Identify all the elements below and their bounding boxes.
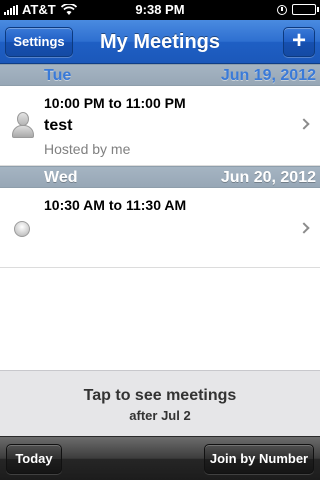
meeting-title: test: [44, 117, 73, 134]
status-dot-icon: [14, 221, 30, 237]
section-header-wed: Wed Jun 20, 2012: [0, 166, 320, 188]
bottom-toolbar: Today Join by Number: [0, 436, 320, 480]
section-day: Wed: [44, 169, 78, 186]
section-header-tue: Tue Jun 19, 2012: [0, 64, 320, 86]
status-right: [277, 4, 319, 15]
navigation-bar: Settings My Meetings +: [0, 20, 320, 64]
section-date: Jun 19, 2012: [220, 67, 316, 84]
person-icon: [12, 112, 34, 138]
today-button[interactable]: Today: [6, 444, 62, 474]
meeting-row[interactable]: 10:00 PM to 11:00 PM test Hosted by me: [0, 86, 320, 166]
load-more-sublabel: after Jul 2: [129, 408, 191, 423]
section-date: Jun 20, 2012: [220, 169, 316, 186]
battery-icon: [292, 4, 319, 15]
section-day: Tue: [44, 67, 72, 84]
status-time: 9:38 PM: [135, 2, 185, 17]
load-more-label: Tap to see meetings: [83, 387, 237, 404]
load-more-meetings[interactable]: Tap to see meetings after Jul 2: [0, 370, 320, 436]
meeting-host: Hosted by me: [44, 141, 131, 157]
chevron-right-icon: [298, 118, 310, 130]
alarm-clock-icon: [277, 4, 287, 15]
settings-button[interactable]: Settings: [5, 27, 73, 57]
join-by-number-button[interactable]: Join by Number: [204, 444, 314, 474]
chevron-right-icon: [298, 222, 310, 234]
meeting-time: 10:30 AM to 11:30 AM: [44, 197, 187, 213]
page-title: My Meetings: [99, 31, 221, 53]
meeting-time: 10:00 PM to 11:00 PM: [44, 95, 186, 111]
meeting-row[interactable]: 10:30 AM to 11:30 AM: [0, 188, 320, 268]
add-meeting-button[interactable]: +: [283, 27, 315, 57]
status-bar: AT&T 9:38 PM: [0, 0, 320, 20]
